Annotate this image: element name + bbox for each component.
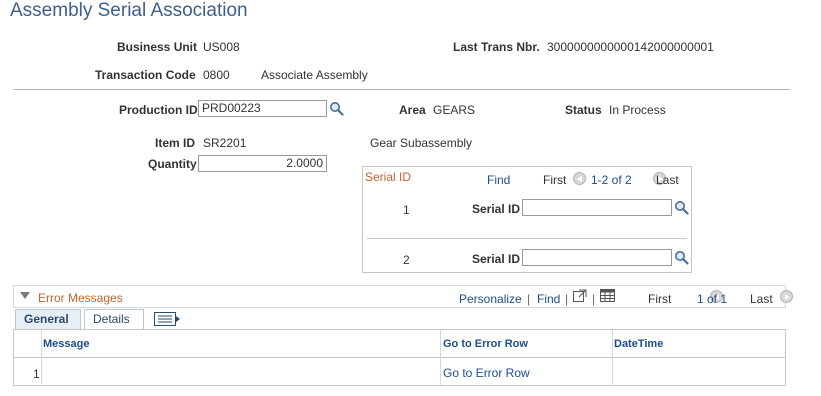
area-label: Area <box>399 103 426 117</box>
header-divider <box>13 89 790 90</box>
column-divider <box>612 330 613 386</box>
item-id-label: Item ID <box>155 136 196 150</box>
status-label: Status <box>565 103 602 117</box>
go-to-error-row-link[interactable]: Go to Error Row <box>443 366 530 380</box>
serial-id-input-1[interactable] <box>522 199 672 216</box>
area-value: GEARS <box>433 103 476 117</box>
serial-row-number: 2 <box>403 253 410 267</box>
serial-id-label: Serial ID <box>472 202 521 216</box>
serial-grid-title: Serial ID <box>365 170 412 184</box>
tab-details[interactable]: Details <box>84 309 144 329</box>
serial-range: 1-2 of 2 <box>591 173 632 187</box>
quantity-label: Quantity <box>148 157 197 171</box>
production-id-label: Production ID <box>119 103 198 117</box>
serial-find-link[interactable]: Find <box>487 173 510 187</box>
business-unit-value: US008 <box>203 40 240 54</box>
column-header-goto[interactable]: Go to Error Row <box>443 338 528 350</box>
status-value: In Process <box>609 103 666 117</box>
errors-first-label[interactable]: First <box>648 292 671 306</box>
collapse-triangle-icon[interactable] <box>20 292 30 300</box>
errors-range: 1 of 1 <box>697 292 728 306</box>
download-grid-icon[interactable] <box>600 289 615 302</box>
serial-lookup-icon[interactable] <box>674 250 689 265</box>
tab-general[interactable]: General <box>15 309 81 329</box>
errors-last-label[interactable]: Last <box>750 292 773 306</box>
grid-header-divider <box>14 357 785 358</box>
personalize-link[interactable]: Personalize <box>459 292 522 306</box>
serial-row-divider <box>367 238 687 239</box>
transaction-desc: Associate Assembly <box>261 68 368 82</box>
column-header-message[interactable]: Message <box>43 338 89 350</box>
column-header-datetime[interactable]: DateTime <box>614 338 663 350</box>
errors-next-icon[interactable] <box>780 290 794 303</box>
table-row-number: 1 <box>33 367 40 381</box>
separator: | <box>527 292 531 306</box>
serial-row-number: 1 <box>403 203 410 217</box>
transaction-code-value: 0800 <box>203 68 230 82</box>
production-id-lookup-icon[interactable] <box>329 101 344 116</box>
view-all-icon[interactable] <box>573 289 587 302</box>
error-messages-title: Error Messages <box>38 291 123 305</box>
last-trans-label: Last Trans Nbr. <box>453 40 540 54</box>
errors-find-link[interactable]: Find <box>537 292 560 306</box>
page-title: Assembly Serial Association <box>10 0 248 21</box>
separator: | <box>565 292 569 306</box>
separator: | <box>592 292 596 306</box>
business-unit-label: Business Unit <box>117 40 198 54</box>
serial-id-label: Serial ID <box>472 252 521 266</box>
production-id-input[interactable]: PRD00223 <box>198 100 327 117</box>
show-all-columns-icon[interactable] <box>154 312 180 326</box>
item-description: Gear Subassembly <box>370 136 473 150</box>
column-divider <box>440 330 441 386</box>
transaction-code-label: Transaction Code <box>95 68 196 82</box>
quantity-input[interactable]: 2.0000 <box>198 155 327 172</box>
serial-first-label[interactable]: First <box>543 173 566 187</box>
serial-prev-icon[interactable] <box>573 172 586 185</box>
serial-last-label[interactable]: Last <box>656 173 679 187</box>
column-divider <box>41 330 42 386</box>
serial-id-input-2[interactable] <box>522 249 672 266</box>
last-trans-value: 3000000000000142000000001 <box>547 40 714 54</box>
serial-lookup-icon[interactable] <box>674 200 689 215</box>
item-id-value: SR2201 <box>203 136 247 150</box>
